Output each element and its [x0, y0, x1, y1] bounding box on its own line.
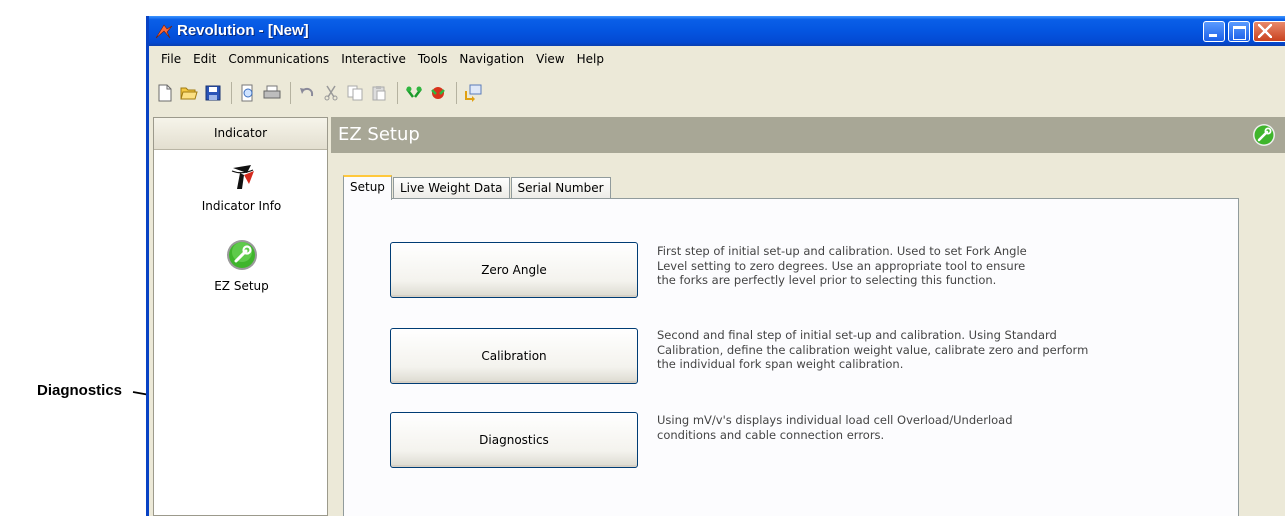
toolbar-separator: [456, 82, 457, 104]
transfer-icon[interactable]: [462, 82, 484, 104]
description-line: conditions and cable connection errors.: [657, 427, 885, 442]
calibration-button[interactable]: Calibration: [390, 328, 638, 384]
minimize-button[interactable]: [1203, 21, 1225, 42]
toolbar-separator: [290, 82, 291, 104]
toolbar-separator: [397, 82, 398, 104]
zero-angle-button[interactable]: Zero Angle: [390, 242, 638, 298]
ez-setup-icon: [226, 240, 257, 270]
tab-serial-number[interactable]: Serial Number: [510, 177, 611, 199]
disconnect-icon[interactable]: [427, 82, 449, 104]
diagnostics-description: Using mV/v's displays individual load ce…: [657, 413, 1127, 442]
sidebar-item-label: EZ Setup: [214, 279, 269, 293]
menu-view[interactable]: View: [530, 52, 570, 66]
title-bar[interactable]: Revolution - [New]: [149, 16, 1285, 46]
menu-communications[interactable]: Communications: [222, 52, 335, 66]
undo-icon[interactable]: [296, 82, 318, 104]
menu-interactive[interactable]: Interactive: [335, 52, 412, 66]
sidebar-item-ez-setup[interactable]: EZ Setup: [154, 238, 329, 293]
revolution-app-icon: [155, 24, 173, 39]
connect-icon[interactable]: [403, 82, 425, 104]
description-line: the individual fork span weight calibrat…: [657, 357, 904, 371]
main-content: EZ Setup Setup Live Weight Data Serial N…: [331, 117, 1285, 516]
description-line: Calibration, define the calibration weig…: [657, 342, 1089, 357]
tab-setup[interactable]: Setup: [343, 175, 392, 200]
main-header: EZ Setup: [331, 117, 1285, 153]
calibration-description: Second and final step of initial set-up …: [657, 328, 1127, 372]
menu-edit[interactable]: Edit: [187, 52, 222, 66]
tab-live-weight-data[interactable]: Live Weight Data: [392, 177, 510, 199]
cut-icon[interactable]: [320, 82, 342, 104]
new-file-icon[interactable]: [154, 82, 176, 104]
tab-strip: Setup Live Weight Data Serial Number: [343, 175, 612, 200]
close-button[interactable]: [1253, 21, 1285, 42]
navigation-panel: Indicator Indicator Info EZ Setup: [153, 117, 328, 516]
callout-label: Diagnostics: [37, 382, 123, 399]
description-line: Using mV/v's displays individual load ce…: [657, 413, 1013, 427]
maximize-button[interactable]: [1228, 21, 1250, 42]
diagnostics-button[interactable]: Diagnostics: [390, 412, 638, 468]
setup-tab-panel: Zero Angle First step of initial set-up …: [343, 198, 1239, 516]
sidebar-item-indicator-info[interactable]: Indicator Info: [154, 162, 329, 213]
screenshot-stage: Diagnostics Revolution - [New] File Edit…: [0, 0, 1285, 516]
description-line: First step of initial set-up and calibra…: [657, 244, 1027, 258]
print-preview-icon[interactable]: [237, 82, 259, 104]
open-folder-icon[interactable]: [178, 82, 200, 104]
page-title: EZ Setup: [338, 124, 420, 145]
print-icon[interactable]: [261, 82, 283, 104]
navigation-panel-header[interactable]: Indicator: [154, 118, 327, 150]
description-line: Level setting to zero degrees. Use an ap…: [657, 258, 1026, 273]
description-line: the forks are perfectly level prior to s…: [657, 273, 997, 287]
menu-navigation[interactable]: Navigation: [453, 52, 530, 66]
menu-file[interactable]: File: [155, 52, 187, 66]
copy-icon[interactable]: [344, 82, 366, 104]
menu-help[interactable]: Help: [571, 52, 610, 66]
sidebar-item-label: Indicator Info: [201, 199, 282, 213]
menu-bar: File Edit Communications Interactive Too…: [149, 48, 1285, 70]
zero-angle-description: First step of initial set-up and calibra…: [657, 244, 1127, 288]
window-title: Revolution - [New]: [177, 22, 309, 39]
menu-tools[interactable]: Tools: [412, 52, 454, 66]
ez-setup-icon: [1253, 124, 1275, 146]
paste-icon[interactable]: [368, 82, 390, 104]
app-window: Revolution - [New] File Edit Communicati…: [146, 16, 1285, 516]
toolbar: [149, 72, 1285, 114]
description-line: Second and final step of initial set-up …: [657, 328, 1057, 342]
save-icon[interactable]: [202, 82, 224, 104]
indicator-logo-icon: [231, 165, 254, 189]
toolbar-separator: [231, 82, 232, 104]
